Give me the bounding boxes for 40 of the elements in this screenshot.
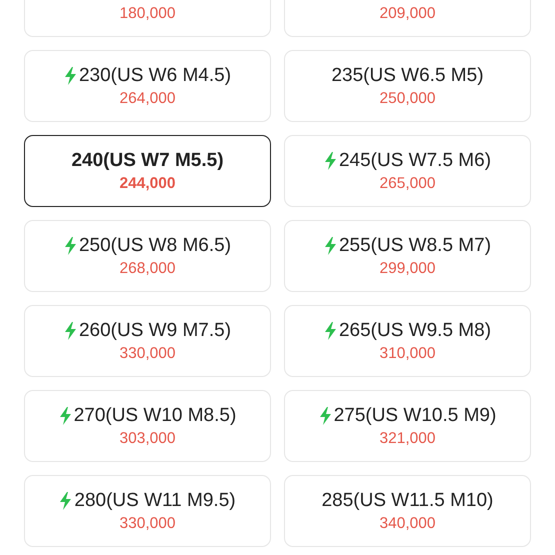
price: 209,000 — [379, 5, 436, 23]
price: 180,000 — [119, 5, 176, 23]
price: 250,000 — [379, 90, 436, 108]
price: 303,000 — [119, 430, 176, 448]
price: 244,000 — [119, 174, 176, 192]
size-label: 250(US W8 M6.5) — [78, 234, 232, 256]
size-label: 270(US W10 M8.5) — [74, 404, 236, 426]
price: 264,000 — [119, 90, 176, 108]
size-option[interactable]: 260(US W9 M7.5) 330,000 — [24, 305, 271, 377]
size-option[interactable]: 265(US W9.5 M8) 310,000 — [284, 305, 531, 377]
size-label: 230(US W6 M4.5) — [78, 64, 232, 86]
size-label: 285(US W11.5 M10) — [322, 490, 494, 512]
size-option[interactable]: 235(US W6.5 M5) 250,000 — [284, 50, 531, 122]
price: 268,000 — [119, 260, 176, 278]
size-option[interactable]: 240(US W7 M5.5) 244,000 — [24, 135, 271, 207]
size-option[interactable]: 230(US W6 M4.5) 264,000 — [24, 50, 271, 122]
price: 265,000 — [379, 174, 436, 192]
size-label: 260(US W9 M7.5) — [78, 320, 232, 342]
price: 321,000 — [379, 430, 436, 448]
size-option[interactable]: 245(US W7.5 M6) 265,000 — [284, 135, 531, 207]
size-label: 255(US W8.5 M7) — [338, 234, 492, 256]
size-option[interactable]: 209,000 — [284, 0, 531, 37]
size-label: 245(US W7.5 M6) — [338, 150, 492, 172]
size-label: 265(US W9.5 M8) — [338, 320, 492, 342]
size-label: 275(US W10.5 M9) — [334, 404, 496, 426]
size-label: 235(US W6.5 M5) — [331, 64, 484, 86]
price: 330,000 — [119, 344, 176, 362]
price: 299,000 — [379, 260, 436, 278]
price: 330,000 — [119, 514, 176, 532]
size-option[interactable]: 255(US W8.5 M7) 299,000 — [284, 220, 531, 292]
size-label: 280(US W11 M9.5) — [74, 490, 236, 512]
price: 310,000 — [379, 344, 436, 362]
price: 340,000 — [379, 514, 436, 532]
size-option[interactable]: 180,000 — [24, 0, 271, 37]
size-option[interactable]: 270(US W10 M8.5) 303,000 — [24, 390, 271, 462]
size-label: 240(US W7 M5.5) — [71, 150, 224, 172]
size-option[interactable]: 275(US W10.5 M9) 321,000 — [284, 390, 531, 462]
size-option[interactable]: 250(US W8 M6.5) 268,000 — [24, 220, 271, 292]
size-option[interactable]: 285(US W11.5 M10) 340,000 — [284, 475, 531, 547]
size-option[interactable]: 280(US W11 M9.5) 330,000 — [24, 475, 271, 547]
